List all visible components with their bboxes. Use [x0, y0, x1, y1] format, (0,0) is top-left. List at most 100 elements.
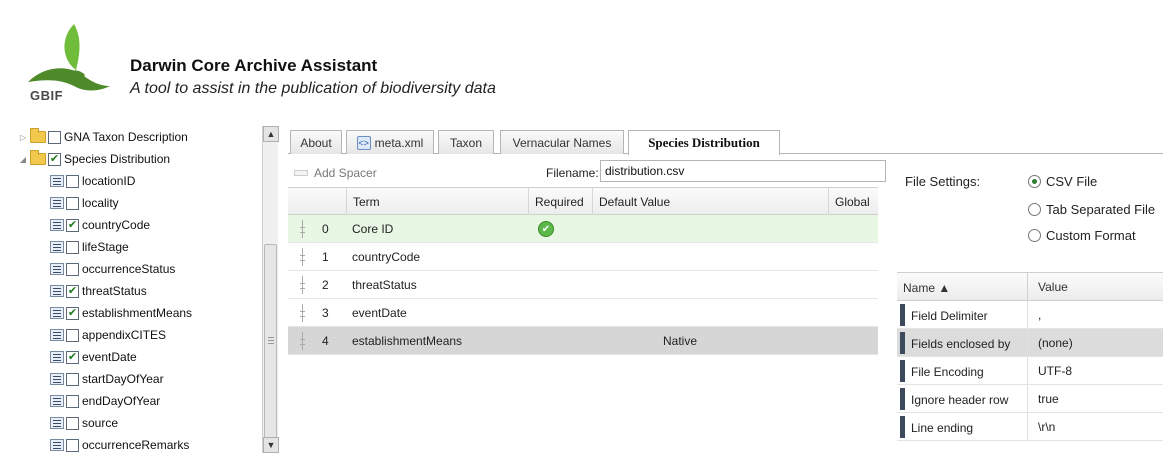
filename-label: Filename:	[546, 166, 599, 180]
property-value[interactable]: \r\n	[1027, 413, 1055, 441]
table-row[interactable]: 3 eventDate	[288, 299, 878, 327]
row-marker	[900, 304, 905, 326]
tree-leaf-label: eventDate	[82, 350, 137, 364]
field-icon	[50, 373, 64, 385]
property-row[interactable]: Field Delimiter ,	[897, 301, 1163, 329]
tree-node-gna-taxon-description[interactable]: ▷ GNA Taxon Description	[18, 126, 188, 148]
tree-leaf[interactable]: occurrenceRemarks	[50, 434, 189, 453]
property-row-selected[interactable]: Fields enclosed by (none)	[897, 329, 1163, 357]
property-row[interactable]: Line ending \r\n	[897, 413, 1163, 441]
drag-handle-icon[interactable]	[300, 248, 306, 266]
tree-leaf[interactable]: ✔ eventDate	[50, 346, 137, 368]
row-marker	[900, 332, 905, 354]
checkbox[interactable]	[48, 130, 61, 144]
tree-leaf[interactable]: source	[50, 412, 118, 434]
tab-bar: About <> meta.xml Taxon Vernacular Names…	[288, 126, 1163, 155]
radio-selected-icon[interactable]	[1028, 175, 1041, 188]
tree-node-species-distribution[interactable]: ◢ ✔ Species Distribution	[18, 148, 170, 170]
tree-leaf[interactable]: startDayOfYear	[50, 368, 164, 390]
checkbox[interactable]	[66, 262, 79, 276]
checkbox[interactable]: ✔	[66, 218, 79, 232]
checkbox[interactable]: ✔	[66, 284, 79, 298]
drag-handle-icon[interactable]	[300, 304, 306, 322]
tree-leaf[interactable]: ✔ threatStatus	[50, 280, 147, 302]
checkbox[interactable]	[66, 438, 79, 452]
checkbox[interactable]	[66, 240, 79, 254]
scroll-down-icon[interactable]: ▼	[263, 437, 279, 453]
checkbox[interactable]	[66, 372, 79, 386]
filename-input[interactable]	[600, 160, 886, 182]
drag-handle-icon[interactable]	[300, 220, 306, 238]
row-marker	[900, 416, 905, 438]
row-index: 4	[322, 334, 329, 348]
tab-about[interactable]: About	[290, 130, 342, 154]
radio-custom-format[interactable]: Custom Format	[1028, 228, 1136, 243]
tree-leaf-label: appendixCITES	[82, 328, 167, 342]
tree-scrollbar[interactable]: ▲ ▼	[262, 126, 279, 453]
property-value[interactable]: (none)	[1027, 329, 1073, 357]
field-icon	[50, 439, 64, 451]
xml-icon: <>	[356, 135, 371, 150]
property-value[interactable]: ,	[1027, 301, 1041, 329]
table-row[interactable]: 2 threatStatus	[288, 271, 878, 299]
checkbox[interactable]	[66, 174, 79, 188]
checkbox[interactable]: ✔	[48, 152, 61, 166]
tab-species-distribution[interactable]: Species Distribution	[628, 130, 780, 155]
checkbox[interactable]: ✔	[66, 350, 79, 364]
tab-label: Vernacular Names	[512, 135, 612, 150]
expand-arrow-icon[interactable]: ▷	[18, 133, 28, 142]
field-icon	[50, 285, 64, 297]
checkbox[interactable]	[66, 328, 79, 342]
folder-open-icon	[30, 150, 46, 165]
tree-leaf[interactable]: locationID	[50, 170, 135, 192]
tree-node-label: GNA Taxon Description	[64, 130, 188, 144]
checkbox[interactable]	[66, 196, 79, 210]
collapse-arrow-icon[interactable]: ◢	[18, 155, 28, 164]
field-icon	[50, 263, 64, 275]
column-header-value[interactable]: Value	[1027, 273, 1068, 301]
column-header-global[interactable]: Global	[828, 188, 878, 215]
checkbox[interactable]	[66, 416, 79, 430]
property-value[interactable]: true	[1027, 385, 1059, 413]
property-row[interactable]: File Encoding UTF-8	[897, 357, 1163, 385]
folder-icon	[30, 128, 46, 143]
tree-leaf[interactable]: lifeStage	[50, 236, 129, 258]
table-row[interactable]: 1 countryCode	[288, 243, 878, 271]
mapping-grid: Term Required Default Value Global 0 Cor…	[288, 187, 878, 453]
tree-leaf-label: establishmentMeans	[82, 306, 193, 320]
add-spacer-button[interactable]: Add Spacer	[294, 166, 377, 180]
drag-handle-icon[interactable]	[300, 332, 306, 350]
radio-csv-file[interactable]: CSV File	[1028, 174, 1097, 189]
radio-icon[interactable]	[1028, 229, 1041, 242]
table-row[interactable]: 0 Core ID ✔	[288, 215, 878, 243]
tab-taxon[interactable]: Taxon	[438, 130, 494, 154]
row-default-value[interactable]: Native	[663, 327, 697, 355]
table-row-selected[interactable]: 4 establishmentMeans Native	[288, 327, 878, 355]
tab-vernacular-names[interactable]: Vernacular Names	[500, 130, 624, 154]
tree-leaf[interactable]: endDayOfYear	[50, 390, 160, 412]
grip-icon	[268, 337, 274, 338]
scroll-thumb[interactable]	[264, 244, 277, 439]
tree-leaf[interactable]: appendixCITES	[50, 324, 166, 346]
tree-leaf-label: locality	[82, 196, 119, 210]
spacer-icon	[294, 170, 308, 176]
column-header-name[interactable]: Name ▲	[903, 281, 950, 295]
radio-tab-separated-file[interactable]: Tab Separated File	[1028, 202, 1155, 217]
column-header-default-value[interactable]: Default Value	[592, 188, 828, 215]
tab-meta-xml[interactable]: <> meta.xml	[346, 130, 434, 154]
tree-leaf[interactable]: ✔ establishmentMeans	[50, 302, 192, 324]
drag-handle-icon[interactable]	[300, 276, 306, 294]
checkbox[interactable]	[66, 394, 79, 408]
radio-icon[interactable]	[1028, 203, 1041, 216]
property-name: Fields enclosed by	[911, 337, 1011, 351]
term-tree: ▷ GNA Taxon Description ◢ ✔ Species Dist…	[18, 126, 258, 453]
tree-leaf[interactable]: occurrenceStatus	[50, 258, 175, 280]
column-header-term[interactable]: Term	[346, 188, 528, 215]
scroll-up-icon[interactable]: ▲	[263, 126, 279, 142]
tree-leaf[interactable]: locality	[50, 192, 119, 214]
tree-leaf[interactable]: ✔ countryCode	[50, 214, 150, 236]
checkbox[interactable]: ✔	[66, 306, 79, 320]
column-header-required[interactable]: Required	[528, 188, 592, 215]
property-row[interactable]: Ignore header row true	[897, 385, 1163, 413]
property-value[interactable]: UTF-8	[1027, 357, 1072, 385]
